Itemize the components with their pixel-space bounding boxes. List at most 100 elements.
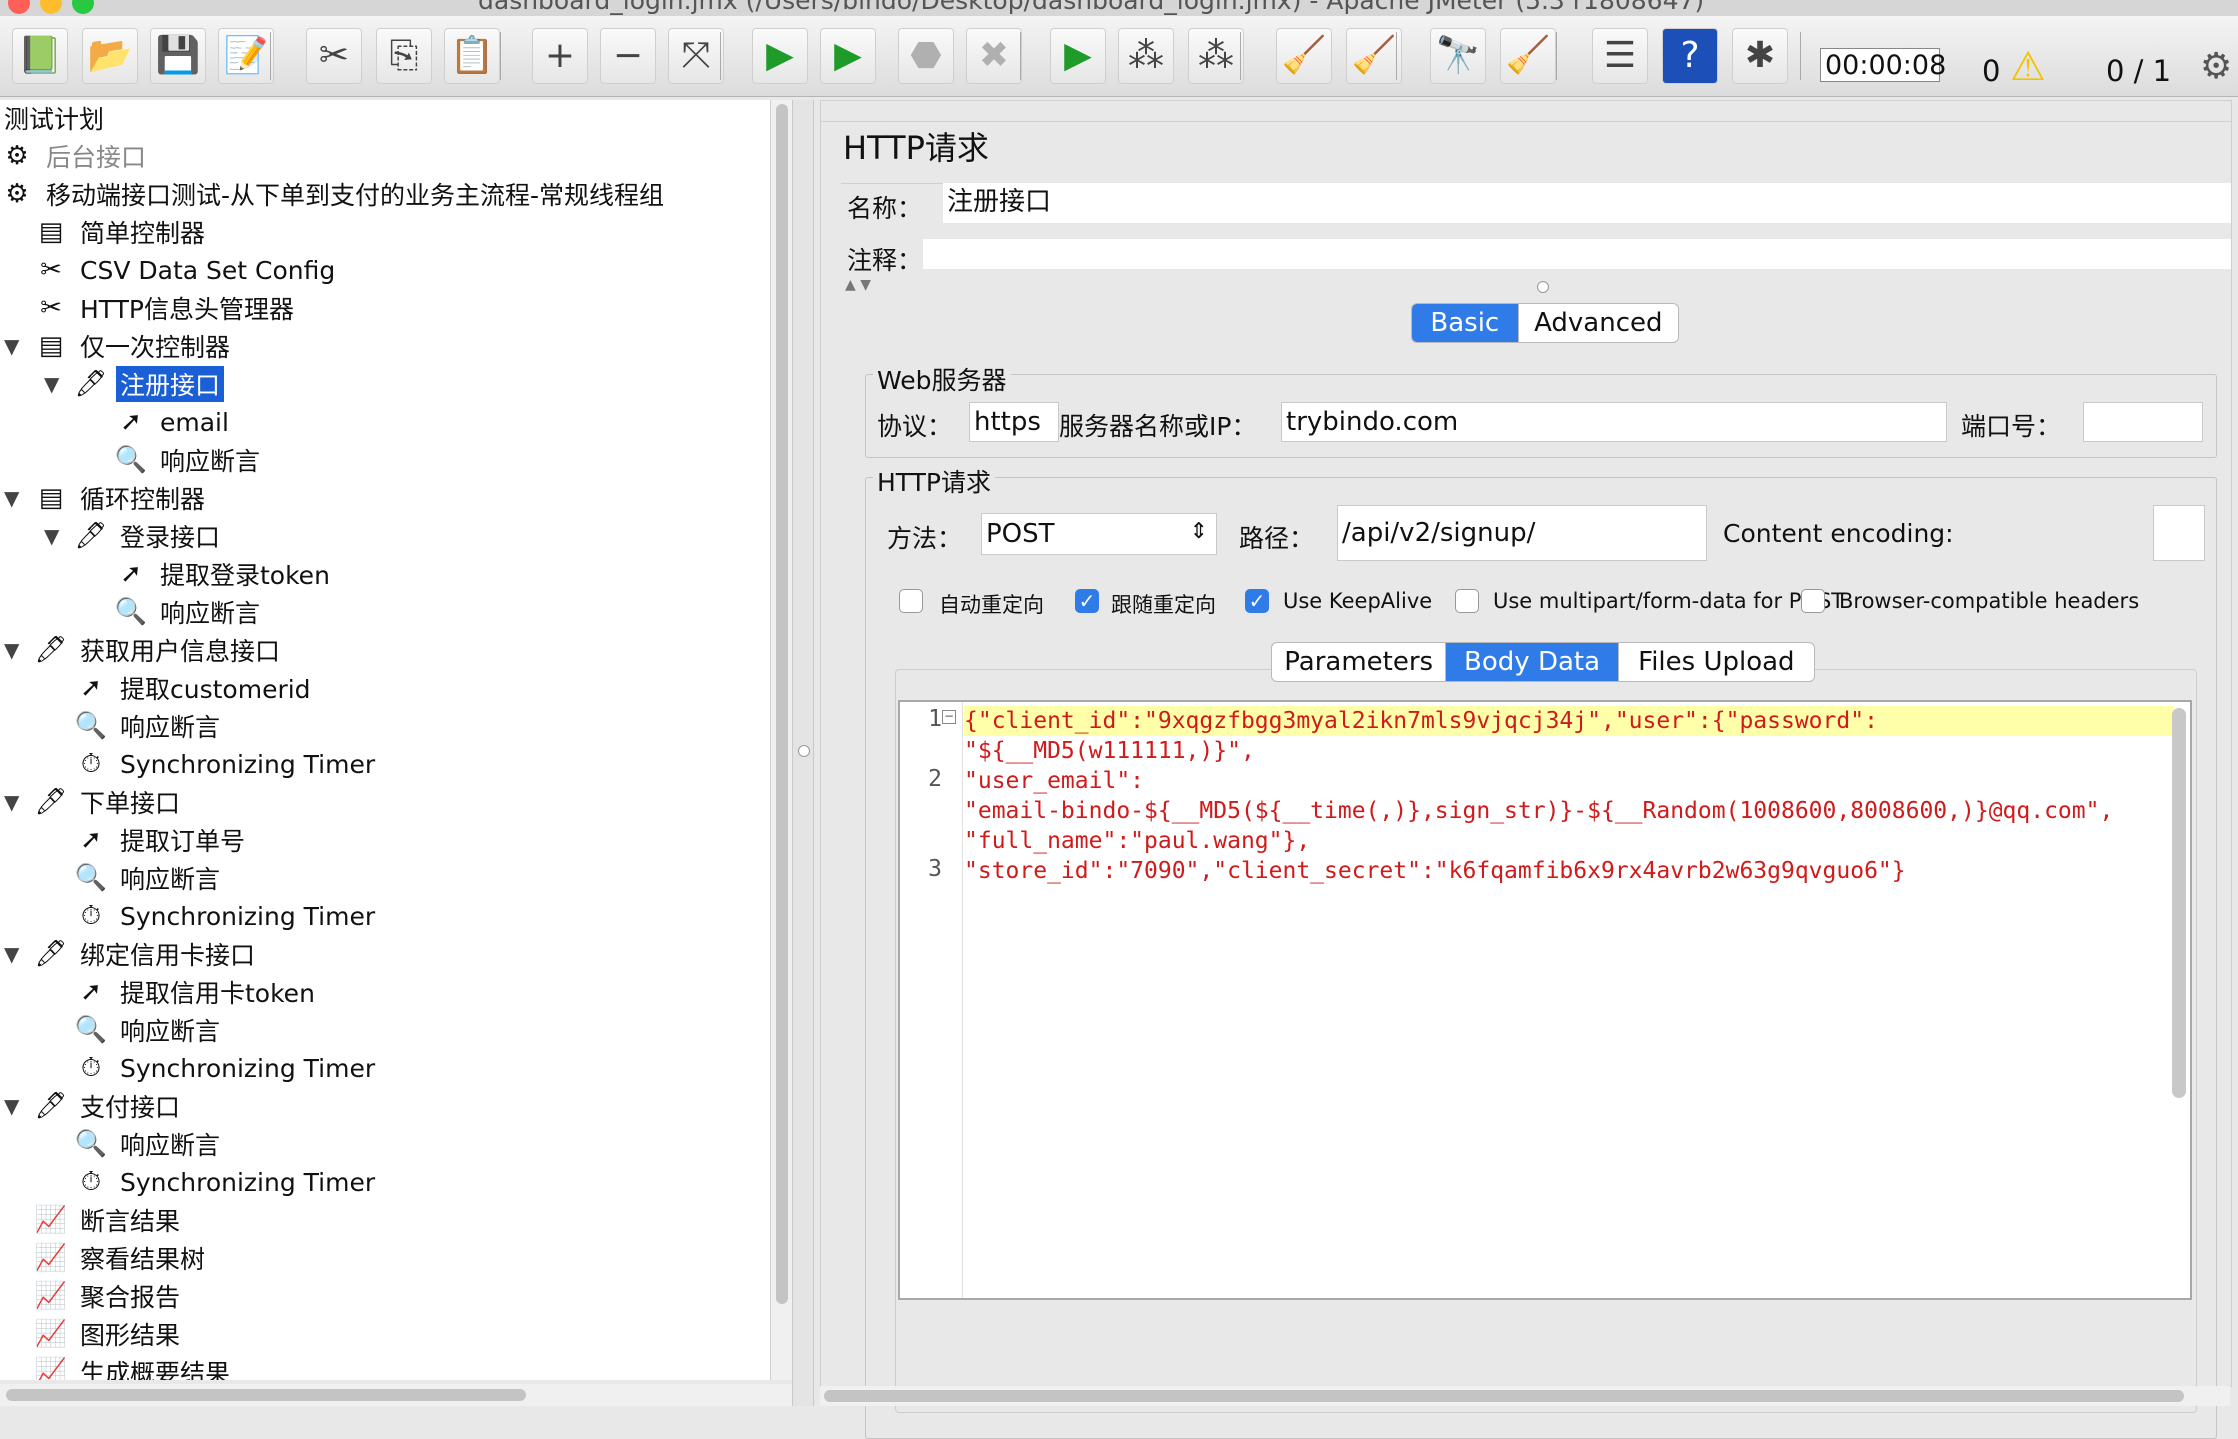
- panel-horizontal-scrollbar[interactable]: [820, 1386, 2230, 1406]
- tab-body-data[interactable]: Body Data: [1446, 643, 1619, 681]
- scrollbar-thumb[interactable]: [6, 1389, 526, 1401]
- shutdown-icon[interactable]: ✖: [966, 28, 1022, 84]
- tree-item[interactable]: 🖊 下单接口: [34, 784, 184, 820]
- tree-item[interactable]: 🖊 支付接口: [34, 1088, 184, 1124]
- tree-horizontal-scrollbar[interactable]: [0, 1384, 792, 1406]
- remote-start-icon[interactable]: ▶: [1050, 28, 1106, 84]
- tab-basic[interactable]: Basic: [1412, 304, 1519, 342]
- warning-icon[interactable]: ⚠: [2010, 44, 2046, 90]
- tree-item[interactable]: ▤ 仅一次控制器: [34, 328, 234, 364]
- tab-files-upload[interactable]: Files Upload: [1619, 643, 1814, 681]
- cut-icon[interactable]: ✂: [306, 28, 362, 84]
- tree-item[interactable]: 🔍 响应断言: [74, 708, 224, 744]
- port-field[interactable]: [2083, 402, 2203, 442]
- help-icon[interactable]: ?: [1662, 28, 1718, 84]
- scrollbar-thumb[interactable]: [824, 1390, 2184, 1402]
- status-gear-icon[interactable]: ⚙: [2200, 46, 2232, 87]
- tree-item[interactable]: 🖊 获取用户信息接口: [34, 632, 284, 668]
- name-field[interactable]: 注册接口: [943, 183, 2231, 223]
- search-icon[interactable]: 🔭: [1430, 28, 1486, 84]
- remote-stop-icon[interactable]: ⁂: [1118, 28, 1174, 84]
- tree-item[interactable]: 🖊 绑定信用卡接口: [34, 936, 259, 972]
- save-icon[interactable]: 💾: [150, 28, 206, 84]
- tree-item[interactable]: ➚ 提取登录token: [114, 556, 334, 592]
- expand-toggle-icon[interactable]: ▼: [4, 638, 19, 662]
- logger-icon[interactable]: ✱: [1732, 28, 1788, 84]
- expand-toggle-icon[interactable]: ▼: [4, 486, 19, 510]
- divider-knob[interactable]: [1537, 281, 1549, 293]
- expand-icon[interactable]: +: [532, 28, 588, 84]
- method-select[interactable]: POST ⇕: [981, 513, 1217, 555]
- save-as-icon[interactable]: 📝: [218, 28, 274, 84]
- option-checkbox[interactable]: [1455, 589, 1479, 613]
- reset-search-icon[interactable]: 🧹: [1500, 28, 1556, 84]
- expand-toggle-icon[interactable]: ▼: [4, 334, 19, 358]
- function-helper-icon[interactable]: ☰: [1592, 28, 1648, 84]
- tree-item[interactable]: 测试计划: [0, 100, 108, 136]
- scrollbar-thumb[interactable]: [776, 104, 788, 1304]
- start-icon[interactable]: ▶: [752, 28, 808, 84]
- body-data-editor[interactable]: 1 2 3 − {"client_id":"9xqgzfbgg3myal2ikn7ml…: [898, 700, 2192, 1300]
- toggle-icon[interactable]: ⤧: [668, 28, 724, 84]
- expand-toggle-icon[interactable]: ▼: [4, 790, 19, 814]
- start-no-pause-icon[interactable]: ▶: [820, 28, 876, 84]
- tree-item[interactable]: 🔍 响应断言: [74, 1126, 224, 1162]
- copy-icon[interactable]: ⎘: [376, 28, 432, 84]
- option-checkbox[interactable]: ✓: [1075, 589, 1099, 613]
- pane-splitter[interactable]: [792, 100, 814, 1406]
- fold-toggle-icon[interactable]: −: [942, 710, 956, 724]
- expand-toggle-icon[interactable]: ▼: [44, 372, 59, 396]
- path-field[interactable]: /api/v2/signup/: [1337, 505, 1707, 561]
- zoom-window-button[interactable]: [72, 0, 94, 14]
- paste-icon[interactable]: 📋: [444, 28, 500, 84]
- tree-item[interactable]: ➚ 提取信用卡token: [74, 974, 319, 1010]
- tree-item[interactable]: 📈 察看结果树: [34, 1240, 209, 1276]
- templates-icon[interactable]: 📗: [12, 28, 68, 84]
- tree-item[interactable]: 📈 断言结果: [34, 1202, 184, 1238]
- clear-all-icon[interactable]: 🧹: [1346, 28, 1402, 84]
- collapse-arrows-icon[interactable]: ▲ ▼: [845, 277, 871, 293]
- tree-item[interactable]: ⚙ 后台接口: [0, 138, 150, 174]
- server-field[interactable]: trybindo.com: [1281, 402, 1947, 442]
- minimize-window-button[interactable]: [40, 0, 62, 14]
- tab-parameters[interactable]: Parameters: [1272, 643, 1447, 681]
- tree-item[interactable]: 📈 聚合报告: [34, 1278, 184, 1314]
- tab-advanced[interactable]: Advanced: [1519, 304, 1678, 342]
- tree-vertical-scrollbar[interactable]: [770, 100, 793, 1380]
- option-checkbox[interactable]: ✓: [1245, 589, 1269, 613]
- tree-item[interactable]: 🖊 注册接口: [74, 366, 225, 402]
- tree-item[interactable]: ⚙ 移动端接口测试-从下单到支付的业务主流程-常规线程组: [0, 176, 668, 212]
- option-checkbox[interactable]: [1801, 589, 1825, 613]
- tree-item[interactable]: ✂ HTTP信息头管理器: [34, 290, 298, 326]
- tree-item[interactable]: 🔍 响应断言: [114, 594, 264, 630]
- tree-item[interactable]: ➚ 提取订单号: [74, 822, 249, 858]
- encoding-field[interactable]: [2153, 505, 2205, 561]
- tree-item[interactable]: ⏱ Synchronizing Timer: [74, 1050, 379, 1086]
- tree-item[interactable]: 📈 图形结果: [34, 1316, 184, 1352]
- stop-icon[interactable]: ⬣: [898, 28, 954, 84]
- tree-item[interactable]: ➚ 提取customerid: [74, 670, 315, 706]
- expand-toggle-icon[interactable]: ▼: [4, 942, 19, 966]
- tree-item[interactable]: 📈 生成概要结果: [34, 1354, 234, 1380]
- clear-icon[interactable]: 🧹: [1276, 28, 1332, 84]
- option-checkbox[interactable]: [899, 589, 923, 613]
- tree-item[interactable]: ⏱ Synchronizing Timer: [74, 898, 379, 934]
- tree-item[interactable]: 🖊 登录接口: [74, 518, 224, 554]
- comment-field[interactable]: [923, 239, 2231, 269]
- tree-item[interactable]: ⏱ Synchronizing Timer: [74, 746, 379, 782]
- tree-item[interactable]: 🔍 响应断言: [74, 1012, 224, 1048]
- protocol-field[interactable]: https: [969, 402, 1059, 442]
- tree-item[interactable]: 🔍 响应断言: [114, 442, 264, 478]
- expand-toggle-icon[interactable]: ▼: [4, 1094, 19, 1118]
- remote-shutdown-icon[interactable]: ⁂: [1188, 28, 1244, 84]
- tree-item[interactable]: ⏱ Synchronizing Timer: [74, 1164, 379, 1200]
- splitter-knob[interactable]: [798, 745, 810, 757]
- tree-item[interactable]: ▤ 简单控制器: [34, 214, 209, 250]
- collapse-icon[interactable]: −: [600, 28, 656, 84]
- tree-item[interactable]: ✂ CSV Data Set Config: [34, 252, 339, 288]
- editor-scrollbar-thumb[interactable]: [2172, 708, 2186, 1098]
- tree-item[interactable]: 🔍 响应断言: [74, 860, 224, 896]
- close-window-button[interactable]: [8, 0, 30, 14]
- tree-item[interactable]: ▤ 循环控制器: [34, 480, 209, 516]
- open-icon[interactable]: 📂: [82, 28, 138, 84]
